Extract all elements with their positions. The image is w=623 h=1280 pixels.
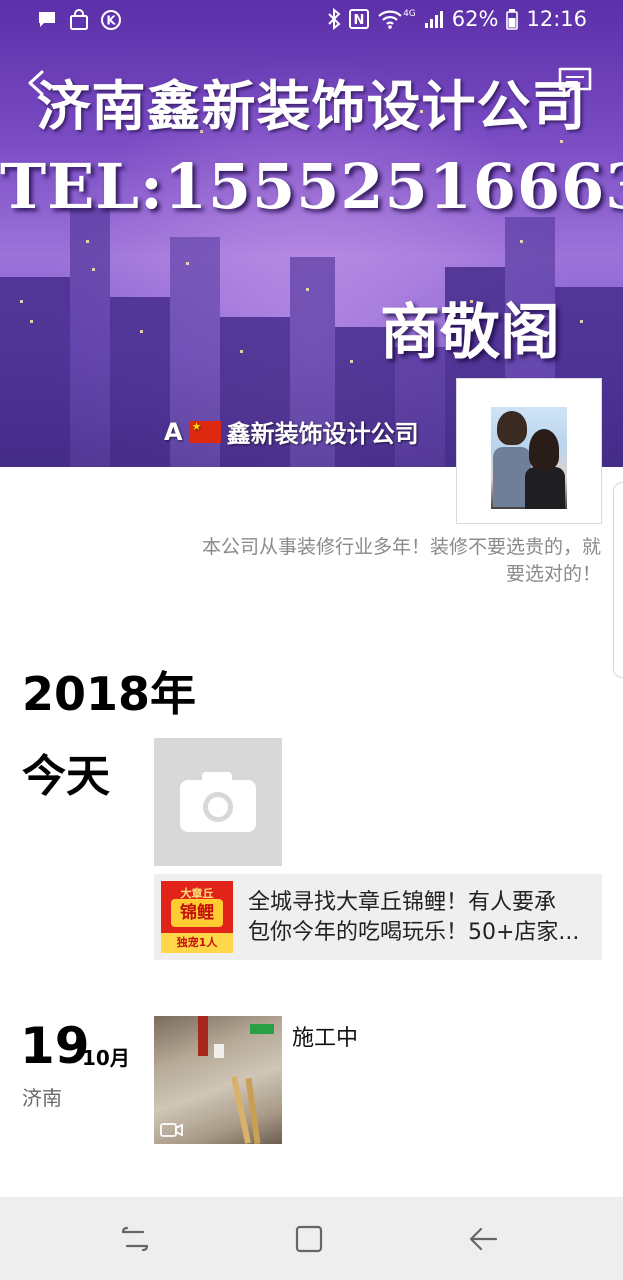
battery-percent: 62% <box>451 7 499 31</box>
shared-link-title: 全城寻找大章丘锦鲤！有人要承 包你今年的吃喝玩乐！50+店家... <box>248 890 580 945</box>
cover-title-text: 济南鑫新装饰设计公司 <box>36 74 587 138</box>
profile-nickname[interactable]: A 鑫新装饰设计公司 <box>164 414 419 449</box>
system-navigation-bar <box>0 1197 623 1280</box>
cover-subtitle-text: 商敬阁 <box>380 298 560 368</box>
post-month: 10月 <box>82 1046 130 1070</box>
china-flag-icon <box>188 420 221 443</box>
timeline-year: 2018年 <box>22 667 197 721</box>
wifi-icon <box>378 10 402 29</box>
side-edge-panel-handle[interactable] <box>613 482 623 678</box>
moments-profile-screen: 济南鑫新装饰设计公司 TEL:15552516663 商敬阁 K N 4G 62… <box>0 0 623 1280</box>
avatar-photo <box>491 407 567 509</box>
battery-icon <box>506 9 519 30</box>
timeline-today-label: 今天 <box>22 751 110 802</box>
post-caption[interactable]: 施工中 <box>292 1020 358 1052</box>
network-type-label: 4G <box>403 9 416 19</box>
shared-link-card[interactable]: 大章丘 锦鲤 独宠1人 全城寻找大章丘锦鲤！有人要承 包你今年的吃喝玩乐！50+… <box>154 874 602 960</box>
message-list-icon[interactable] <box>557 66 593 100</box>
back-icon[interactable] <box>468 1224 498 1254</box>
nickname-prefix: A <box>164 417 183 446</box>
svg-text:N: N <box>354 13 365 28</box>
skyline-building <box>0 277 70 467</box>
post-location: 济南 <box>22 1086 62 1110</box>
avatar[interactable] <box>456 378 602 524</box>
post-day: 19 <box>20 1017 90 1075</box>
svg-text:K: K <box>106 14 116 28</box>
cover-tel-text: TEL:15552516663 <box>0 150 623 223</box>
shared-link-thumbnail: 大章丘 锦鲤 独宠1人 <box>161 881 233 953</box>
video-camera-icon <box>160 1123 183 1137</box>
new-post-camera-button[interactable] <box>154 738 282 866</box>
home-square-icon[interactable] <box>294 1224 324 1254</box>
signal-icon <box>424 11 443 28</box>
skyline-building <box>110 297 170 467</box>
status-bar: K N 4G 62% 12:16 <box>0 0 623 42</box>
nfc-icon: N <box>349 9 370 29</box>
video-post-thumbnail[interactable] <box>154 1016 282 1144</box>
skyline-building <box>70 207 110 467</box>
clock-time: 12:16 <box>526 7 587 31</box>
k-app-icon: K <box>101 10 121 30</box>
profile-signature: 本公司从事装修行业多年！装修不要选贵的，就要选对的！ <box>201 536 601 585</box>
nickname-text: 鑫新装饰设计公司 <box>226 420 419 448</box>
shopping-bag-icon <box>70 9 88 30</box>
bluetooth-icon <box>328 8 341 30</box>
back-arrow-icon[interactable] <box>20 66 54 100</box>
recent-apps-icon[interactable] <box>120 1224 150 1254</box>
message-icon <box>39 12 55 27</box>
